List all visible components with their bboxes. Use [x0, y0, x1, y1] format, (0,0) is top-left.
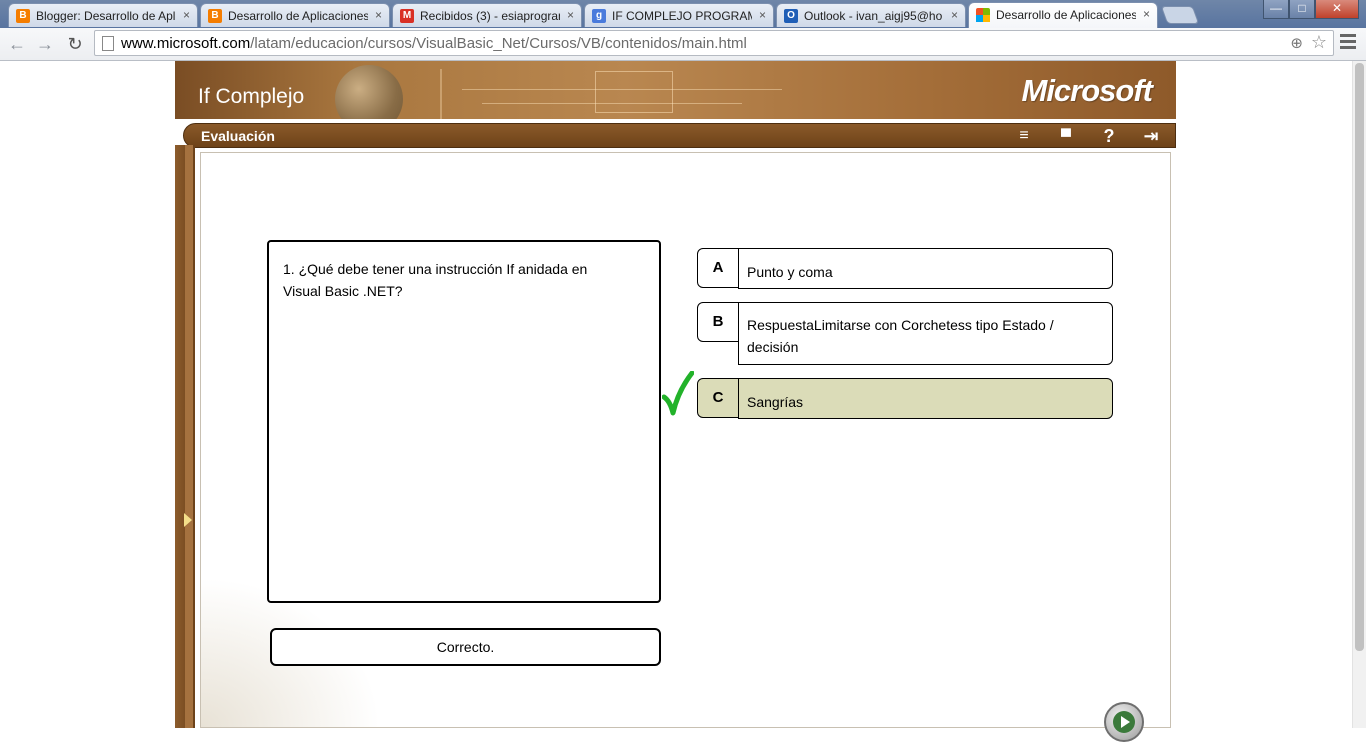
module-title: If Complejo [198, 85, 305, 108]
tab-close-icon[interactable]: × [951, 8, 958, 22]
tab-close-icon[interactable]: × [759, 8, 766, 22]
bookmark-star-icon[interactable]: ☆ [1311, 32, 1327, 53]
option-a-text[interactable]: Punto y coma [738, 248, 1113, 289]
play-icon [1113, 711, 1135, 733]
sitemap-icon[interactable]: ▀ [1051, 126, 1081, 146]
chrome-menu-icon[interactable] [1340, 34, 1356, 52]
option-c[interactable]: C Sangrías [697, 378, 1113, 419]
blogger-icon: B [16, 9, 30, 23]
page-icon [102, 36, 114, 51]
forward-button[interactable]: → [34, 33, 56, 55]
back-button[interactable]: ← [6, 33, 28, 55]
browser-toolbar: ← → ↻ www.microsoft.com/latam/educacion/… [0, 28, 1366, 61]
address-bar[interactable]: www.microsoft.com/latam/educacion/cursos… [94, 30, 1334, 56]
option-b-text[interactable]: RespuestaLimitarse con Corchetess tipo E… [738, 302, 1113, 365]
option-b-letter[interactable]: B [697, 302, 739, 342]
url-text[interactable]: www.microsoft.com/latam/educacion/cursos… [121, 35, 747, 52]
gmail-icon: M [400, 9, 414, 23]
google-icon: g [592, 9, 606, 23]
left-frame [175, 145, 195, 728]
reload-button[interactable]: ↻ [64, 33, 86, 55]
zoom-icon[interactable]: ⊕ [1290, 34, 1303, 52]
new-tab-button[interactable] [1160, 6, 1200, 24]
question-text: 1. ¿Qué debe tener una instrucción If an… [283, 261, 588, 299]
course-player: If Complejo Microsoft Evaluación ≡ ▀ ? ⇥… [175, 61, 1176, 742]
question-box: 1. ¿Qué debe tener una instrucción If an… [267, 240, 661, 603]
browser-tab-strip: B Blogger: Desarrollo de Apl × B Desarrollo … [0, 0, 1366, 28]
correct-check-icon [662, 371, 694, 416]
option-a-letter[interactable]: A [697, 248, 739, 288]
course-banner: If Complejo Microsoft [175, 61, 1176, 119]
box-decoration [595, 71, 673, 113]
browser-tab[interactable]: M Recibidos (3) - esiaprogran × [392, 3, 582, 27]
browser-tab[interactable]: g IF COMPLEJO PROGRAMA × [584, 3, 774, 27]
tab-close-icon[interactable]: × [375, 8, 382, 22]
tab-close-icon[interactable]: × [567, 8, 574, 22]
browser-tab[interactable]: Desarrollo de Aplicaciones × [968, 2, 1158, 28]
microsoft-logo: Microsoft [1021, 73, 1153, 108]
exit-icon[interactable]: ⇥ [1137, 126, 1165, 146]
option-b[interactable]: B RespuestaLimitarse con Corchetess tipo… [697, 302, 1113, 365]
outlook-icon: O [784, 9, 798, 23]
browser-tab[interactable]: B Desarrollo de Aplicaciones × [200, 3, 390, 27]
tab-close-icon[interactable]: × [183, 8, 190, 22]
browser-tab-title: Outlook - ivan_aigj95@ho [804, 9, 943, 23]
glossary-icon[interactable]: ≡ [1011, 126, 1037, 146]
scrollbar-thumb[interactable] [1355, 63, 1364, 651]
url-host: www.microsoft.com [121, 35, 251, 52]
section-bar: Evaluación ≡ ▀ ? ⇥ [183, 123, 1176, 148]
browser-tab-title: Desarrollo de Aplicaciones [996, 8, 1136, 22]
play-arrow-icon[interactable] [184, 513, 192, 527]
microsoft-icon [976, 8, 990, 22]
option-c-letter[interactable]: C [697, 378, 739, 418]
maximize-window-button[interactable]: □ [1289, 0, 1315, 19]
option-a[interactable]: A Punto y coma [697, 248, 1113, 289]
close-window-button[interactable]: ✕ [1315, 0, 1359, 19]
globe-decoration [335, 65, 403, 119]
minimize-window-button[interactable]: — [1263, 0, 1289, 19]
browser-tab[interactable]: B Blogger: Desarrollo de Apl × [8, 3, 198, 27]
browser-tab[interactable]: O Outlook - ivan_aigj95@ho × [776, 3, 966, 27]
tab-close-icon[interactable]: × [1143, 7, 1150, 21]
browser-tab-title: Desarrollo de Aplicaciones [228, 9, 368, 23]
feedback-box: Correcto. [270, 628, 661, 666]
browser-tab-title: Recibidos (3) - esiaprogran [420, 9, 560, 23]
page-scrollbar[interactable] [1352, 61, 1366, 728]
browser-tab-title: Blogger: Desarrollo de Apl [36, 9, 176, 23]
next-button[interactable] [1104, 702, 1144, 742]
url-path: /latam/educacion/cursos/VisualBasic_Net/… [250, 35, 747, 52]
browser-tab-title: IF COMPLEJO PROGRAMA [612, 9, 752, 23]
blogger-icon: B [208, 9, 222, 23]
option-c-text[interactable]: Sangrías [738, 378, 1113, 419]
section-title: Evaluación [201, 128, 275, 144]
help-icon[interactable]: ? [1099, 126, 1119, 146]
